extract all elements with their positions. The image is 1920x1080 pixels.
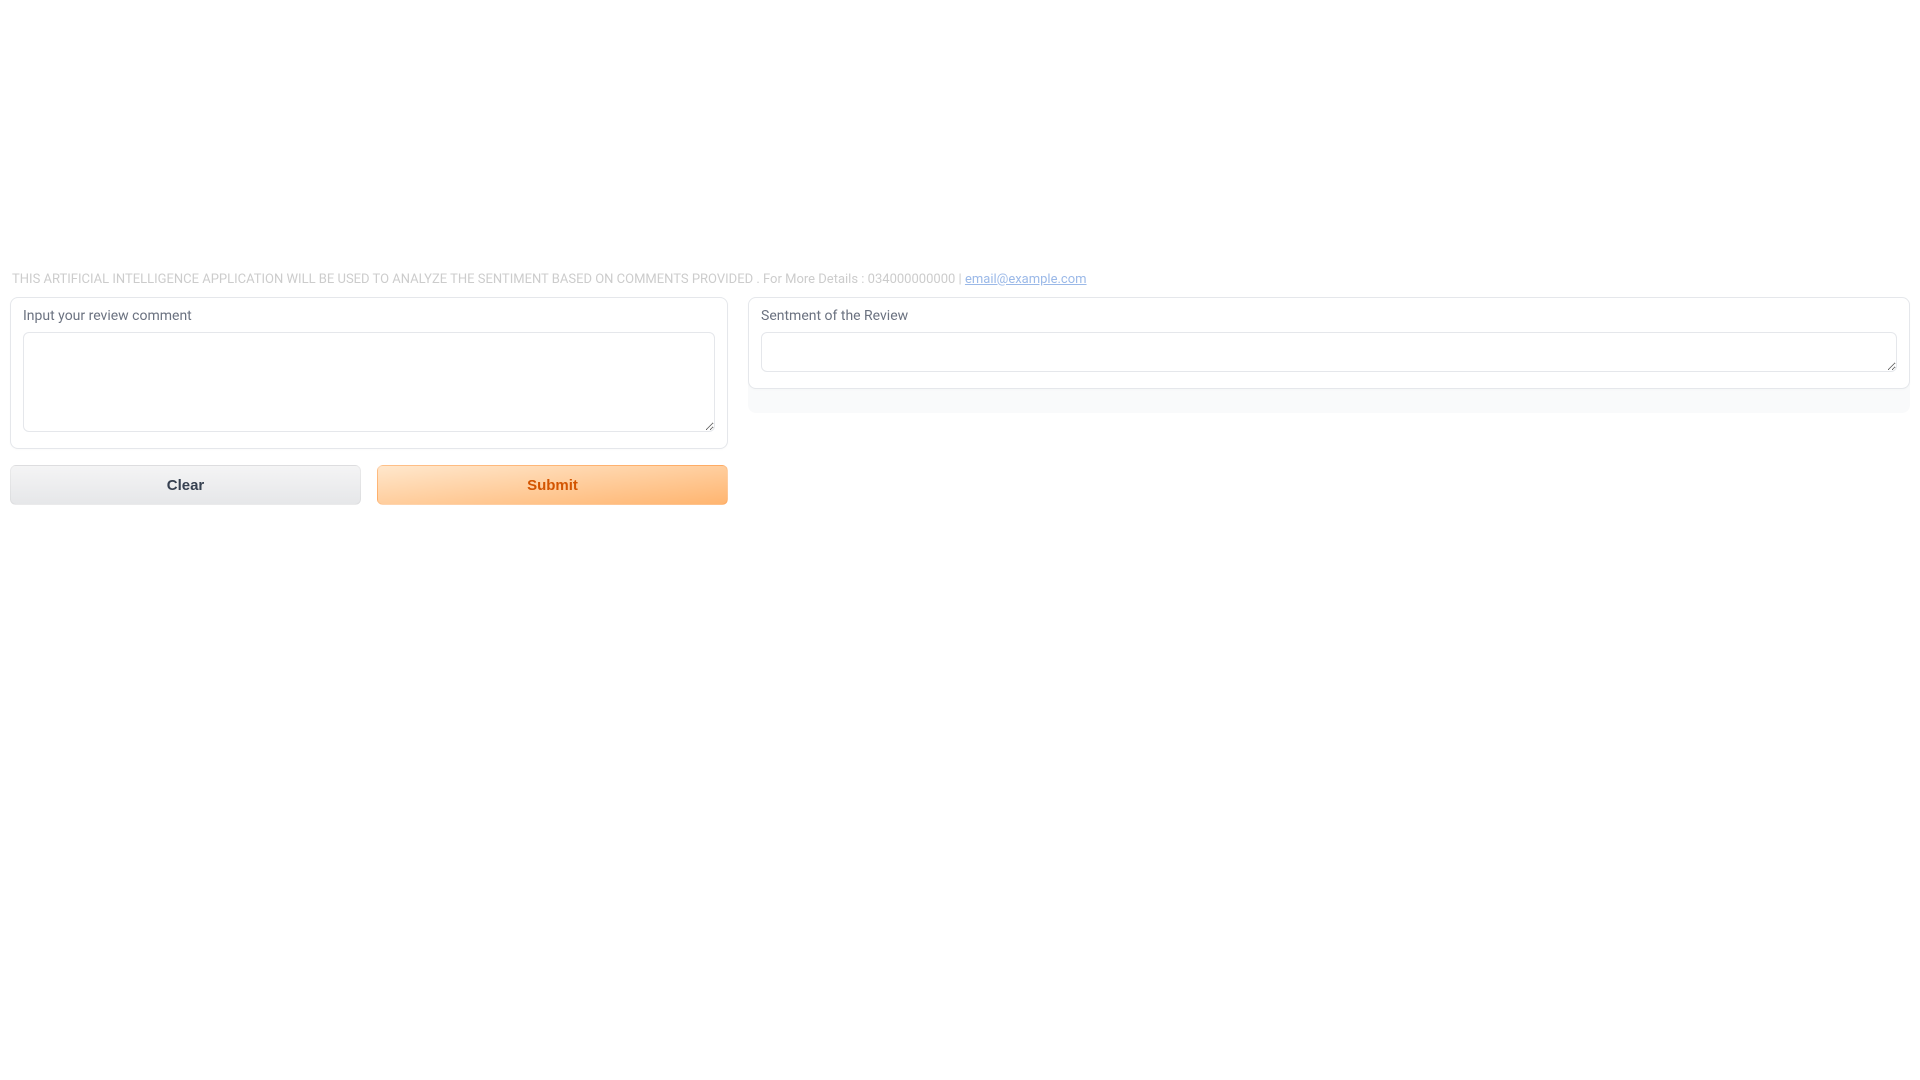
sentiment-output[interactable]: [761, 332, 1897, 372]
submit-button[interactable]: Submit: [377, 465, 728, 505]
output-label: Sentment of the Review: [761, 308, 1897, 324]
header-text: THIS ARTIFICIAL INTELLIGENCE APPLICATION…: [12, 272, 965, 287]
output-card: Sentment of the Review: [748, 297, 1910, 389]
output-wrapper: Sentment of the Review: [748, 297, 1910, 413]
header-description: THIS ARTIFICIAL INTELLIGENCE APPLICATION…: [12, 272, 1087, 287]
input-label: Input your review comment: [23, 308, 715, 324]
input-card: Input your review comment: [10, 297, 728, 449]
left-column: Input your review comment Clear Submit: [10, 297, 728, 505]
clear-button[interactable]: Clear: [10, 465, 361, 505]
main-container: Input your review comment Clear Submit S…: [0, 297, 1920, 505]
review-comment-input[interactable]: [23, 332, 715, 432]
button-row: Clear Submit: [10, 465, 728, 505]
right-column: Sentment of the Review: [748, 297, 1910, 505]
header-email-link[interactable]: email@example.com: [965, 272, 1087, 287]
